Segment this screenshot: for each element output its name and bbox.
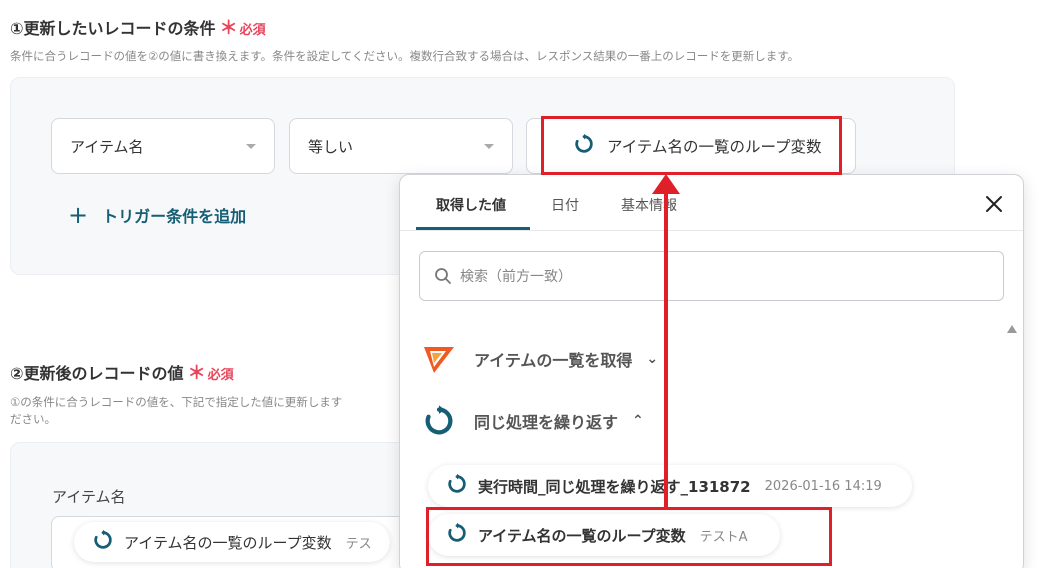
scroll-up-icon[interactable] <box>1007 325 1017 333</box>
loop-icon <box>422 404 456 438</box>
section2-description-line2: ださい。 <box>10 412 56 426</box>
highlight-box-target <box>541 116 842 175</box>
tab-date[interactable]: 日付 <box>551 195 579 215</box>
highlight-box-source <box>426 507 832 566</box>
group-label: アイテムの一覧を取得 <box>474 351 633 370</box>
field-chip-value: テス <box>345 536 372 552</box>
app-logo-icon <box>422 343 456 375</box>
field-select[interactable]: アイテム名 <box>51 118 275 174</box>
close-icon[interactable] <box>984 194 1004 218</box>
search-placeholder: 検索（前方一致） <box>460 269 572 285</box>
field-chip-label: アイテム名の一覧のループ変数 <box>124 533 332 552</box>
variable-item-label: 実行時間_同じ処理を繰り返す_131872 <box>478 477 751 496</box>
group-get-item-list[interactable]: アイテムの一覧を取得 ⌄ <box>422 343 658 375</box>
group-repeat-process[interactable]: 同じ処理を繰り返す ⌃ <box>422 404 644 438</box>
required-text: 必須 <box>239 23 266 38</box>
section2-title: ②更新後のレコードの値＊必須 <box>10 359 234 385</box>
section2-description-line1: ①の条件に合うレコードの値を、下記で指定した値に更新します <box>10 395 343 409</box>
section1-description: 条件に合うレコードの値を②の値に書き換えます。条件を設定してください。複数行合致… <box>10 49 800 63</box>
operator-select-value: 等しい <box>308 137 354 156</box>
group-label: 同じ処理を繰り返す <box>474 413 619 432</box>
required-text: 必須 <box>207 368 234 383</box>
plus-icon: + <box>68 201 89 229</box>
required-mark: ＊ <box>187 363 206 384</box>
field-label: アイテム名 <box>52 488 126 506</box>
loop-icon <box>92 529 114 555</box>
add-trigger-condition-label: トリガー条件を追加 <box>102 207 247 226</box>
chevron-down-icon <box>246 143 256 149</box>
loop-icon <box>446 473 468 499</box>
section2-title-text: ②更新後のレコードの値 <box>10 364 184 383</box>
field-value-chip[interactable]: アイテム名の一覧のループ変数 テス <box>74 522 390 562</box>
annotation-arrow-icon <box>652 174 680 510</box>
tab-divider <box>400 230 1023 231</box>
field-select-value: アイテム名 <box>70 137 144 156</box>
section1-title-text: ①更新したいレコードの条件 <box>10 19 216 38</box>
chevron-down-icon <box>484 143 494 149</box>
operator-select[interactable]: 等しい <box>289 118 513 174</box>
required-mark: ＊ <box>219 18 238 39</box>
section1-title: ①更新したいレコードの条件＊必須 <box>10 14 266 40</box>
search-icon <box>434 267 452 285</box>
variable-item-value: 2026-01-16 14:19 <box>764 478 882 494</box>
add-trigger-condition-button[interactable]: + トリガー条件を追加 <box>68 203 246 227</box>
search-input[interactable]: 検索（前方一致） <box>419 251 1004 301</box>
tab-acquired-values[interactable]: 取得した値 <box>436 195 506 215</box>
